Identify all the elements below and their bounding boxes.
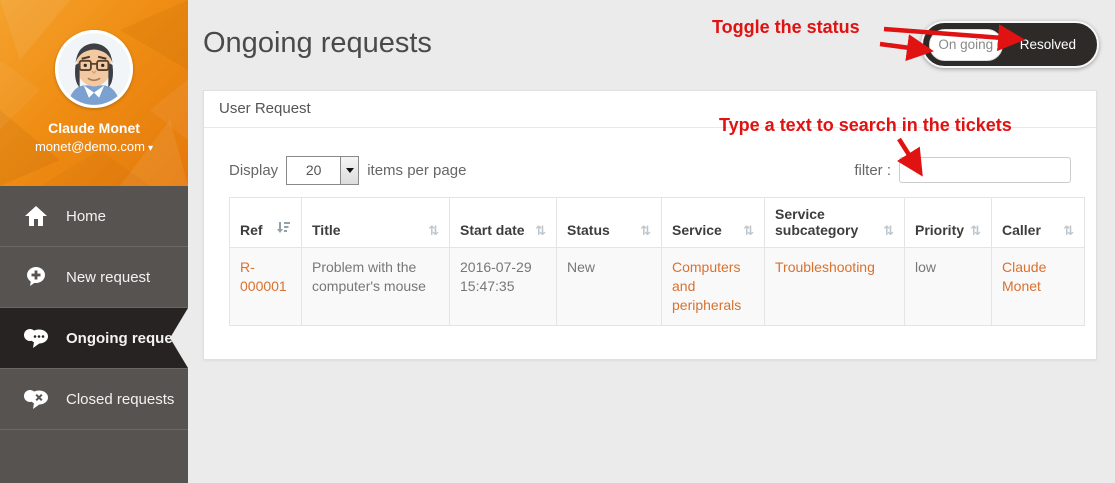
cell-service: Computers and peripherals xyxy=(662,248,765,326)
resolved-toggle-button[interactable]: Resolved xyxy=(1003,37,1093,52)
sort-both-icon: ⇅ xyxy=(1063,225,1074,238)
column-header-service[interactable]: Service⇅ xyxy=(662,198,765,248)
filter-annotation: Type a text to search in the tickets xyxy=(719,115,1012,136)
sidebar-item-label: Home xyxy=(66,208,106,225)
sort-both-icon: ⇅ xyxy=(428,225,439,238)
home-icon xyxy=(23,205,49,227)
filter-label: filter : xyxy=(854,162,891,179)
items-per-page-label: items per page xyxy=(367,162,466,179)
service-link[interactable]: Computers and peripherals xyxy=(672,259,741,313)
filter-input[interactable] xyxy=(899,157,1071,183)
status-toggle: On going Resolved xyxy=(921,21,1099,68)
ticket-ref-link[interactable]: R-000001 xyxy=(240,259,287,294)
tickets-table: Ref xyxy=(229,197,1085,326)
ticket-row: R-000001 Problem with the computer's mou… xyxy=(230,248,1085,326)
user-menu-trigger[interactable]: monet@demo.com▾ xyxy=(0,139,188,154)
main-content: Ongoing requests On going Resolved User … xyxy=(188,0,1115,483)
column-header-status[interactable]: Status⇅ xyxy=(557,198,662,248)
user-email: monet@demo.com xyxy=(35,139,145,154)
table-controls: Display 20 items per page filter : xyxy=(229,155,1071,185)
combobox-caret-icon[interactable] xyxy=(340,157,358,184)
sidebar-item-new-request[interactable]: New request xyxy=(0,247,188,308)
caret-down-icon: ▾ xyxy=(148,143,153,154)
page-size-value: 20 xyxy=(287,157,340,184)
column-header-title[interactable]: Title⇅ xyxy=(302,198,450,248)
cell-priority: low xyxy=(905,248,992,326)
cell-caller: Claude Monet xyxy=(992,248,1085,326)
cell-ref: R-000001 xyxy=(230,248,302,326)
caller-link[interactable]: Claude Monet xyxy=(1002,259,1046,294)
column-header-priority[interactable]: Priority⇅ xyxy=(905,198,992,248)
closed-requests-icon xyxy=(23,388,49,410)
service-subcategory-link[interactable]: Troubleshooting xyxy=(775,259,875,275)
sidebar-item-label: Ongoing reque... xyxy=(66,330,185,347)
user-avatar xyxy=(55,30,133,108)
sort-both-icon: ⇅ xyxy=(883,225,894,238)
user-profile-block: Claude Monet monet@demo.com▾ xyxy=(0,0,188,186)
column-header-start-date[interactable]: Start date⇅ xyxy=(450,198,557,248)
sidebar-item-label: Closed requests xyxy=(66,391,174,408)
cell-service-subcategory: Troubleshooting xyxy=(765,248,905,326)
display-label: Display xyxy=(229,162,278,179)
ongoing-requests-icon xyxy=(23,327,49,349)
page-size-select[interactable]: 20 xyxy=(286,156,359,185)
new-request-icon xyxy=(23,266,49,288)
cell-status: New xyxy=(557,248,662,326)
toggle-annotation: Toggle the status xyxy=(712,17,860,38)
sidebar-item-label: New request xyxy=(66,269,150,286)
sidebar-item-closed-requests[interactable]: Closed requests xyxy=(0,369,188,430)
column-header-ref[interactable]: Ref xyxy=(230,198,302,248)
sidebar-item-ongoing-requests[interactable]: Ongoing reque... xyxy=(0,308,188,369)
table-header-row: Ref xyxy=(230,198,1085,248)
sort-both-icon: ⇅ xyxy=(640,225,651,238)
ongoing-toggle-button[interactable]: On going xyxy=(929,29,1003,61)
sort-desc-icon xyxy=(276,221,291,237)
sidebar-item-home[interactable]: Home xyxy=(0,186,188,247)
cell-start-date: 2016-07-29 15:47:35 xyxy=(450,248,557,326)
sidebar-nav: Home New request xyxy=(0,186,188,430)
sort-both-icon: ⇅ xyxy=(535,225,546,238)
column-header-caller[interactable]: Caller⇅ xyxy=(992,198,1085,248)
sort-both-icon: ⇅ xyxy=(743,225,754,238)
column-header-service-subcategory[interactable]: Service subcategory⇅ xyxy=(765,198,905,248)
sidebar: Claude Monet monet@demo.com▾ Home xyxy=(0,0,188,483)
sort-both-icon: ⇅ xyxy=(970,225,981,238)
cell-title: Problem with the computer's mouse xyxy=(302,248,450,326)
user-name: Claude Monet xyxy=(0,120,188,136)
